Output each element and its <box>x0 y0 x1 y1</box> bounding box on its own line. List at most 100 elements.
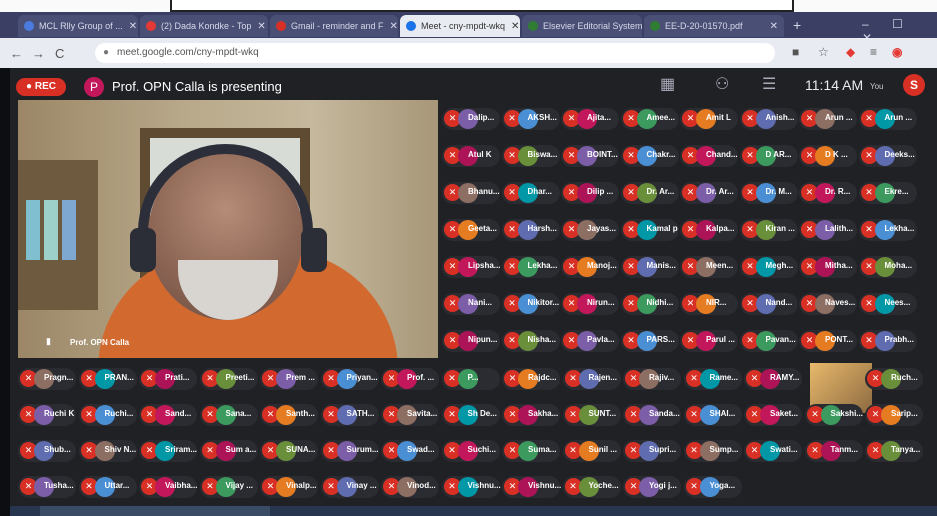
participant-tile[interactable]: ✕ Suma... <box>502 440 560 462</box>
tab-gmail[interactable]: Gmail - reminder and F ✕ <box>270 15 398 37</box>
participant-tile[interactable]: ✕ Dr. Ar... <box>680 182 738 204</box>
back-arrow-icon[interactable]: ← <box>10 46 23 61</box>
participant-tile[interactable]: ✕ Nirun... <box>561 293 619 315</box>
extension-icon[interactable]: ◆ <box>846 45 855 59</box>
participant-tile[interactable]: ✕ SHAI... <box>683 404 742 426</box>
participant-tile[interactable]: ✕ Lekha... <box>858 219 917 241</box>
participant-tile[interactable]: ✕ Vinalp... <box>260 476 318 498</box>
participant-tile[interactable]: ✕ Tanm... <box>804 440 863 462</box>
participant-tile[interactable]: ✕ Shub... <box>18 440 76 462</box>
tab-mcl-group[interactable]: MCL Rlly Group of ... ✕ <box>18 15 138 37</box>
close-tab-icon[interactable]: ✕ <box>384 21 398 32</box>
participant-tile[interactable]: ✕ Kalpa... <box>680 219 738 241</box>
star-icon[interactable]: ☆ <box>818 45 829 59</box>
participant-tile[interactable]: ✕ Parul ... <box>680 330 738 352</box>
participant-tile[interactable]: ✕ Harsh... <box>501 219 560 241</box>
participant-tile[interactable]: ✕ Naves... <box>799 293 857 315</box>
participant-tile[interactable]: ✕ Chand... <box>680 145 738 167</box>
participant-tile[interactable]: ✕ Sakha... <box>502 404 560 426</box>
participant-tile[interactable]: ✕ Megh... <box>739 256 798 278</box>
participant-tile[interactable]: ✕ P... <box>441 368 500 390</box>
participant-tile[interactable]: ✕ NIR... <box>680 293 738 315</box>
participant-tile[interactable]: ✕ Vinod... <box>381 476 439 498</box>
participant-tile[interactable]: ✕ Ruchi... <box>78 404 137 426</box>
participant-tile[interactable]: ✕ Manis... <box>620 256 679 278</box>
participant-tile[interactable]: ✕ Amit L <box>680 108 738 130</box>
participant-tile[interactable]: ✕ Dalip... <box>442 108 500 130</box>
participant-tile[interactable]: ✕ Nisha... <box>501 330 560 352</box>
participant-tile[interactable]: ✕ BOINT... <box>561 145 619 167</box>
forward-arrow-icon[interactable]: → <box>32 46 45 61</box>
participant-tile[interactable]: ✕ Ekre... <box>858 182 917 204</box>
participant-tile[interactable]: ✕ Shiv N... <box>78 440 137 462</box>
participant-tile[interactable]: ✕ Rame... <box>683 368 742 390</box>
tab-youtube[interactable]: (2) Dada Kondke - Top ✕ <box>140 15 268 37</box>
camera-icon[interactable]: ■ <box>792 45 799 59</box>
participant-tile[interactable]: ✕ Yoche... <box>562 476 621 498</box>
participant-tile[interactable]: ✕ Manoj... <box>561 256 619 278</box>
participant-tile[interactable]: ✕ D K ... <box>799 145 857 167</box>
participant-tile[interactable]: ✕ Vishnu... <box>441 476 501 498</box>
participant-tile[interactable]: ✕ Arun ... <box>799 108 857 130</box>
close-tab-icon[interactable]: ✕ <box>505 21 519 32</box>
participant-tile[interactable]: ✕ Vinay ... <box>320 476 379 498</box>
participant-tile[interactable]: ✕ Anish... <box>739 108 798 130</box>
participant-tile[interactable]: ✕ RAMY... <box>744 368 802 390</box>
participant-tile[interactable]: ✕ Dilip ... <box>561 182 619 204</box>
participant-tile[interactable]: ✕ Nidhi... <box>620 293 679 315</box>
participant-tile[interactable]: ✕ Arun ... <box>858 108 917 130</box>
close-tab-icon[interactable]: ✕ <box>764 21 778 32</box>
participant-tile[interactable]: ✕ PRAN... <box>78 368 137 390</box>
participant-tile[interactable]: ✕ Bhanu... <box>442 182 500 204</box>
participant-tile[interactable]: ✕ Sh De... <box>441 404 500 426</box>
participant-tile[interactable]: ✕ Preeti... <box>199 368 258 390</box>
participant-tile[interactable]: ✕ Lalith... <box>799 219 857 241</box>
participant-tile[interactable]: ✕ Swati... <box>744 440 802 462</box>
participant-tile[interactable]: ✕ Ruchi K <box>18 404 76 426</box>
participant-tile[interactable]: ✕ Sum a... <box>199 440 258 462</box>
participant-tile[interactable]: ✕ Nani... <box>442 293 500 315</box>
participant-tile[interactable]: ✕ Yoga... <box>683 476 742 498</box>
participant-tile[interactable]: ✕ Rajiv... <box>623 368 681 390</box>
participant-tile[interactable]: ✕ Prof. ... <box>381 368 439 390</box>
close-tab-icon[interactable]: ✕ <box>123 21 137 32</box>
participant-tile[interactable]: ✕ Sriram... <box>139 440 197 462</box>
participant-tile[interactable]: ✕ Pavla... <box>561 330 619 352</box>
participant-tile[interactable]: ✕ Swad... <box>381 440 439 462</box>
participant-tile[interactable]: ✕ Suchi... <box>441 440 500 462</box>
participant-tile[interactable]: ✕ Rajen... <box>562 368 621 390</box>
participant-tile[interactable]: ✕ Prati... <box>139 368 197 390</box>
participant-tile[interactable]: ✕ Amee... <box>620 108 679 130</box>
participant-tile[interactable]: ✕ Sarip... <box>865 404 923 426</box>
participant-tile[interactable]: ✕ Jayas... <box>561 219 619 241</box>
participant-tile[interactable]: ✕ Deeks... <box>858 145 917 167</box>
participant-tile[interactable]: ✕ PARS... <box>620 330 679 352</box>
participant-tile[interactable]: ✕ Ajita... <box>561 108 619 130</box>
participant-tile[interactable]: ✕ Surum... <box>320 440 379 462</box>
participant-tile[interactable]: ✕ Supri... <box>623 440 681 462</box>
taskbar-search[interactable] <box>40 506 270 516</box>
participant-tile[interactable]: ✕ SUNA... <box>260 440 318 462</box>
participant-tile[interactable]: ✕ Nikitor... <box>501 293 560 315</box>
profile-icon[interactable]: ◉ <box>892 45 902 59</box>
participant-tile[interactable]: ✕ Pragn... <box>18 368 76 390</box>
participant-tile[interactable]: ✕ Uttar... <box>78 476 137 498</box>
participant-tile[interactable]: ✕ Prem ... <box>260 368 318 390</box>
participant-tile[interactable]: ✕ Santh... <box>260 404 318 426</box>
participant-tile[interactable]: ✕ Vijay ... <box>199 476 258 498</box>
participant-tile[interactable]: ✕ Vaibha... <box>139 476 197 498</box>
new-tab-button[interactable]: + <box>793 17 801 33</box>
participant-tile[interactable]: ✕ Lipsha... <box>442 256 500 278</box>
participant-tile[interactable]: ✕ SUNT... <box>562 404 621 426</box>
participant-tile[interactable]: ✕ Meen... <box>680 256 738 278</box>
participant-tile[interactable]: ✕ Sanda... <box>623 404 681 426</box>
participant-tile[interactable]: ✕ Ruch... <box>865 368 923 390</box>
participant-tile[interactable]: ✕ Sakshi... <box>804 404 863 426</box>
participant-tile[interactable]: ✕ Nees... <box>858 293 917 315</box>
participant-tile[interactable]: ✕ Chakr... <box>620 145 679 167</box>
participant-tile[interactable]: ✕ Nipun... <box>442 330 500 352</box>
reload-icon[interactable]: C <box>55 46 64 61</box>
participant-tile[interactable]: ✕ Moha... <box>858 256 917 278</box>
participant-tile[interactable]: ✕ Kamal p <box>620 219 679 241</box>
participant-tile[interactable]: ✕ PONT... <box>799 330 857 352</box>
